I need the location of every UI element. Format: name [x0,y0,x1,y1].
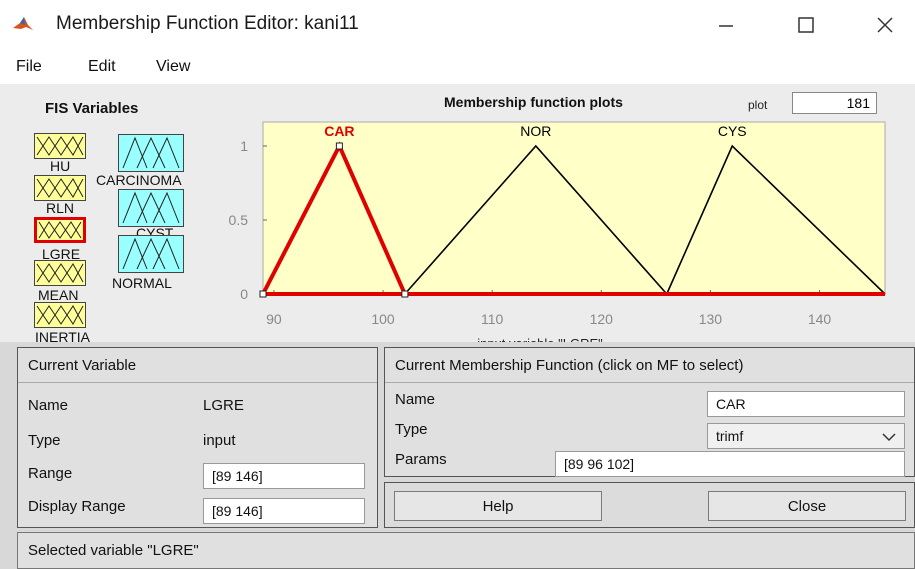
menu-file[interactable]: File [16,58,42,76]
mf-vertex-handle[interactable] [335,142,343,150]
close-window-button[interactable] [855,0,915,50]
variable-name-value: LGRE [203,397,244,414]
membership-function-editor-window: Membership Function Editor: kani11 File … [0,0,915,569]
mf-params-label: Params [395,451,447,468]
window-title: Membership Function Editor: kani11 [56,13,359,34]
current-mf-title: Current Membership Function (click on MF… [395,357,744,374]
mf-label-cys[interactable]: CYS [718,123,747,139]
display-range-field[interactable]: [89 146] [203,498,365,524]
current-mf-panel: Current Membership Function (click on MF… [384,347,915,477]
matlab-icon [13,17,33,30]
plot-area [262,121,886,295]
upper-pane: FIS Variables HU RLN LGRE MEAN INERTIA C… [0,84,915,342]
y-tick-label: 1 [240,138,248,154]
maximize-icon [798,17,814,33]
x-tick-label: 90 [266,311,282,327]
y-tick-label: 0.5 [229,212,249,228]
mf-type-select[interactable]: trimf [707,423,905,449]
range-label: Range [28,465,73,482]
x-tick-label: 100 [371,311,395,327]
x-tick-label: 120 [590,311,614,327]
mf-params-field[interactable]: [89 96 102] [555,451,905,477]
variable-type-value: input [203,432,236,449]
current-variable-panel: Current Variable Name LGRE Type input Ra… [17,347,378,528]
menu-view[interactable]: View [156,58,190,76]
mf-type-value: trimf [716,428,744,444]
mf-label-car[interactable]: CAR [324,123,354,139]
close-button[interactable]: Close [708,491,906,521]
current-variable-title: Current Variable [28,357,137,374]
mf-vertex-handle[interactable] [401,290,409,298]
range-field[interactable]: [89 146] [203,463,365,489]
display-range-label: Display Range [28,498,126,515]
mf-name-label: Name [395,391,436,408]
y-tick-label: 0 [240,286,248,302]
minimize-icon [719,25,733,27]
lower-pane: Current Variable Name LGRE Type input Ra… [0,342,915,569]
minimize-button[interactable] [696,0,756,50]
mf-name-field[interactable]: CAR [707,391,905,417]
x-tick-label: 130 [699,311,723,327]
menu-bar: File Edit View [0,50,915,84]
x-tick-label: 140 [808,311,832,327]
maximize-button[interactable] [776,0,836,50]
help-button[interactable]: Help [394,491,602,521]
menu-edit[interactable]: Edit [88,58,116,76]
variable-type-label: Type [28,432,61,449]
title-bar: Membership Function Editor: kani11 [0,0,915,50]
chevron-down-icon [882,433,896,442]
x-tick-label: 110 [481,311,504,327]
mf-label-nor[interactable]: NOR [520,123,551,139]
mf-type-label: Type [395,421,428,438]
variable-name-label: Name [28,397,69,414]
mf-vertex-handle[interactable] [259,290,267,298]
close-icon [877,17,893,33]
membership-function-plot[interactable]: 9010011012013014000.51 NORCYSCAR input v… [0,84,915,342]
status-bar: Selected variable "LGRE" [17,532,915,569]
status-text: Selected variable "LGRE" [28,542,199,559]
